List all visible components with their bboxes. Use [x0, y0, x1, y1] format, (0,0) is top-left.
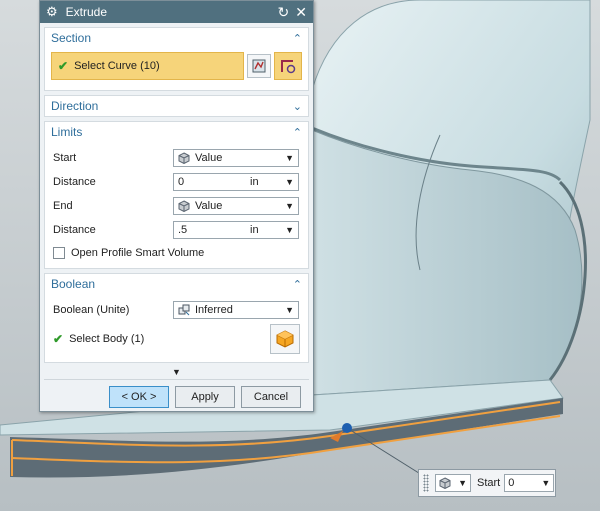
reset-icon[interactable]: ↻	[278, 4, 290, 21]
floating-start-field[interactable]: 0 ▼	[504, 474, 555, 492]
floating-start-label: Start	[477, 477, 501, 489]
dialog-titlebar: ⚙ Extrude ↻ ✕	[40, 1, 313, 23]
curve-rule-icon[interactable]	[247, 54, 271, 78]
boolean-group: Boolean ⌃ Boolean (Unite) Inferred ▼ ✔ S…	[44, 273, 309, 363]
close-icon[interactable]: ✕	[295, 4, 307, 21]
end-select[interactable]: Value ▼	[173, 197, 299, 215]
dropdown-arrow-icon: ▼	[285, 305, 294, 315]
start-select[interactable]: Value ▼	[173, 149, 299, 167]
more-options-icon[interactable]: ▼	[44, 365, 309, 380]
drag-handle[interactable]	[423, 474, 429, 492]
limits-group: Limits ⌃ Start Value ▼ Distance 0 in ▼ E…	[44, 121, 309, 269]
cube-icon	[178, 200, 190, 212]
limits-header[interactable]: Limits ⌃	[45, 122, 308, 142]
start-onscreen-input: ▼ Start 0 ▼	[418, 469, 556, 497]
unite-icon	[178, 304, 190, 316]
start-distance-field[interactable]: 0 in ▼	[173, 173, 299, 191]
select-curve-label: Select Curve (10)	[74, 60, 160, 72]
open-profile-checkbox[interactable]	[53, 247, 65, 259]
check-icon: ✔	[53, 332, 64, 346]
open-profile-row: Open Profile Smart Volume	[45, 242, 308, 264]
select-body-row: ✔ Select Body (1)	[45, 322, 308, 356]
direction-group: Direction ⌄	[44, 95, 309, 117]
section-group: Section ⌃ ✔ Select Curve (10)	[44, 27, 309, 91]
solid-body-icon[interactable]	[270, 324, 300, 354]
end-distance-unit: in	[250, 224, 259, 236]
direction-handle[interactable]	[342, 423, 352, 433]
dropdown-arrow-icon: ▼	[285, 153, 294, 163]
dialog-buttons: < OK > Apply Cancel	[40, 380, 313, 408]
start-distance-row: Distance 0 in ▼	[45, 170, 308, 194]
chevron-down-icon[interactable]: ⌄	[293, 100, 302, 113]
start-value: Value	[195, 152, 223, 164]
end-distance-label: Distance	[53, 224, 96, 236]
chevron-up-icon[interactable]: ⌃	[293, 32, 302, 45]
check-icon: ✔	[58, 59, 69, 73]
boolean-row: Boolean (Unite) Inferred ▼	[45, 298, 308, 322]
chevron-up-icon[interactable]: ⌃	[293, 278, 302, 291]
boolean-label: Boolean (Unite)	[53, 304, 130, 316]
start-row: Start Value ▼	[45, 146, 308, 170]
section-header[interactable]: Section ⌃	[45, 28, 308, 48]
start-type-select[interactable]: ▼	[435, 474, 471, 492]
apply-button[interactable]: Apply	[175, 386, 235, 408]
end-distance-row: Distance .5 in ▼	[45, 218, 308, 242]
dropdown-arrow-icon: ▼	[285, 201, 294, 211]
floating-start-value: 0	[508, 477, 515, 489]
boolean-select[interactable]: Inferred ▼	[173, 301, 299, 319]
gear-icon: ⚙	[46, 4, 58, 19]
dropdown-arrow-icon[interactable]: ▼	[285, 177, 294, 187]
start-distance-unit: in	[250, 176, 259, 188]
end-distance-value: .5	[178, 224, 188, 236]
start-label: Start	[53, 152, 77, 164]
dropdown-arrow-icon: ▼	[458, 478, 467, 488]
ok-button[interactable]: < OK >	[109, 386, 169, 408]
dropdown-arrow-icon[interactable]: ▼	[285, 225, 294, 235]
boolean-value: Inferred	[195, 304, 233, 316]
select-curve-row: ✔ Select Curve (10)	[51, 52, 302, 80]
extrude-dialog: ⚙ Extrude ↻ ✕ Section ⌃ ✔ Select Curve (…	[39, 0, 314, 412]
chevron-up-icon[interactable]: ⌃	[293, 126, 302, 139]
dropdown-arrow-icon[interactable]: ▼	[541, 478, 550, 488]
direction-header[interactable]: Direction ⌄	[45, 96, 308, 116]
end-value: Value	[195, 200, 223, 212]
cancel-button[interactable]: Cancel	[241, 386, 301, 408]
end-distance-field[interactable]: .5 in ▼	[173, 221, 299, 239]
start-distance-label: Distance	[53, 176, 96, 188]
open-profile-label: Open Profile Smart Volume	[71, 247, 205, 259]
sketch-section-icon[interactable]	[274, 52, 302, 80]
cube-icon	[439, 477, 451, 489]
dialog-title: Extrude	[65, 5, 108, 19]
end-row: End Value ▼	[45, 194, 308, 218]
select-body-label[interactable]: Select Body (1)	[69, 333, 270, 345]
end-label: End	[53, 200, 73, 212]
cube-icon	[178, 152, 190, 164]
boolean-header[interactable]: Boolean ⌃	[45, 274, 308, 294]
start-distance-value: 0	[178, 176, 185, 188]
select-curve-selector[interactable]: ✔ Select Curve (10)	[51, 52, 244, 80]
